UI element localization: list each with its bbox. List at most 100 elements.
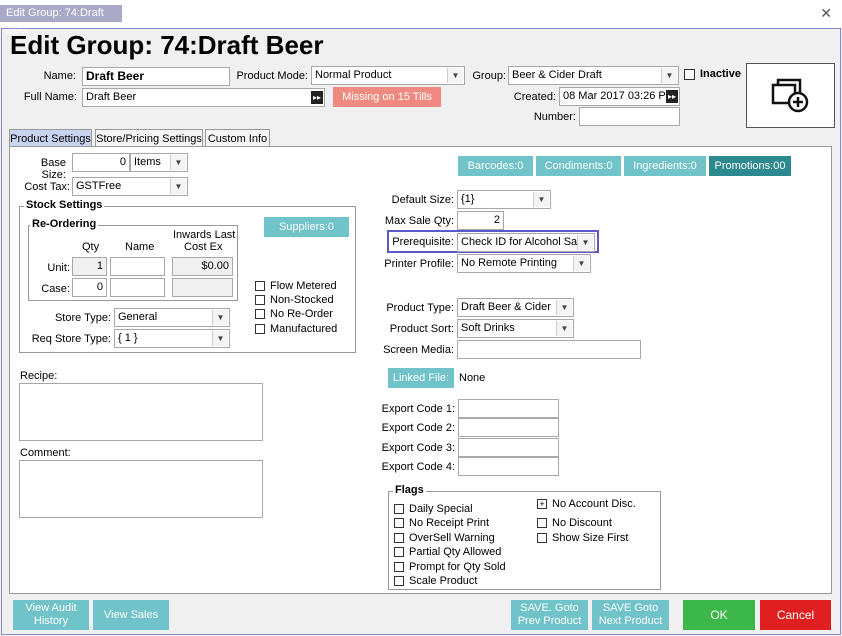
unit-qty-input[interactable]: 1 — [72, 257, 107, 276]
show-size-first-label: Show Size First — [552, 532, 629, 544]
no-account-disc-checkbox[interactable]: + — [537, 499, 547, 509]
group-label: Group: — [472, 70, 506, 82]
col-inwards-header: Inwards Last — [173, 229, 236, 241]
default-size-select[interactable]: {1} ▼ — [457, 190, 551, 209]
number-input[interactable] — [579, 107, 680, 126]
save-next-line2: Next Product — [598, 615, 663, 627]
chevron-down-icon: ▼ — [170, 179, 186, 194]
req-store-type-value: { 1 } — [118, 332, 138, 344]
group-value: Beer & Cider Draft — [512, 69, 602, 81]
no-account-disc-label: No Account Disc. — [552, 498, 636, 510]
base-size-input[interactable]: 0 — [72, 153, 130, 172]
product-sort-select[interactable]: Soft Drinks ▼ — [457, 319, 574, 338]
fullname-input[interactable]: Draft Beer ▸▸ — [82, 88, 325, 107]
cancel-button[interactable]: Cancel — [760, 600, 831, 630]
chevron-down-icon: ▼ — [577, 235, 593, 250]
ok-button[interactable]: OK — [683, 600, 755, 630]
store-type-value: General — [118, 311, 158, 323]
product-sort-label: Product Sort: — [389, 323, 454, 335]
no-reorder-checkbox[interactable] — [255, 309, 265, 319]
unit-name-input[interactable] — [110, 257, 165, 276]
ingredients-button[interactable]: Ingredients:0 — [624, 156, 706, 176]
max-sale-qty-input[interactable]: 2 — [457, 211, 504, 230]
unit-cost-value: $0.00 — [172, 257, 233, 276]
tab-product-settings[interactable]: Product Settings — [9, 129, 92, 147]
title-bar: Edit Group: 74:Draft Beer ✕ — [0, 0, 842, 36]
window-title: Edit Group: 74:Draft Beer — [0, 5, 122, 36]
fullname-label: Full Name: — [23, 91, 77, 103]
req-store-type-select[interactable]: { 1 } ▼ — [114, 329, 230, 348]
ellipsis-icon[interactable]: ▸▸ — [311, 91, 323, 104]
product-sort-value: Soft Drinks — [461, 322, 515, 334]
store-type-select[interactable]: General ▼ — [114, 308, 230, 327]
export-code-3-label: Export Code 3: — [381, 442, 455, 454]
save-next-line1: SAVE Goto — [602, 602, 659, 614]
prerequisite-select[interactable]: Check ID for Alcohol Sal ▼ — [457, 233, 595, 252]
non-stocked-checkbox[interactable] — [255, 295, 265, 305]
base-unit-select[interactable]: Items ▼ — [130, 153, 188, 172]
export-code-2-input[interactable] — [458, 418, 559, 437]
view-audit-line1: View Audit — [25, 602, 77, 614]
view-audit-history-button[interactable]: View Audit History — [13, 600, 89, 630]
oversell-warning-label: OverSell Warning — [409, 532, 495, 544]
no-receipt-print-label: No Receipt Print — [409, 517, 490, 529]
scale-product-checkbox[interactable] — [394, 576, 404, 586]
save-prev-product-button[interactable]: SAVE. Goto Prev Product — [511, 600, 588, 630]
product-image-button[interactable] — [746, 63, 835, 128]
created-label: Created: — [513, 91, 556, 103]
flow-metered-checkbox[interactable] — [255, 281, 265, 291]
prompt-qty-sold-label: Prompt for Qty Sold — [409, 561, 506, 573]
product-mode-select[interactable]: Normal Product ▼ — [311, 66, 465, 85]
ellipsis-icon[interactable]: ▸▸ — [666, 90, 678, 103]
barcodes-button[interactable]: Barcodes:0 — [458, 156, 533, 176]
chevron-down-icon: ▼ — [170, 155, 186, 170]
partial-qty-checkbox[interactable] — [394, 547, 404, 557]
fullname-value: Draft Beer — [86, 91, 137, 103]
comment-textarea[interactable] — [19, 460, 263, 518]
inactive-checkbox[interactable] — [684, 69, 695, 80]
missing-tills-button[interactable]: Missing on 15 Tills — [333, 87, 441, 107]
product-type-select[interactable]: Draft Beer & Cider ▼ — [457, 298, 574, 317]
prompt-qty-sold-checkbox[interactable] — [394, 562, 404, 572]
view-sales-button[interactable]: View Sales — [93, 600, 169, 630]
save-prev-line2: Prev Product — [517, 615, 582, 627]
prerequisite-label: Prerequisite: — [392, 236, 454, 248]
export-code-1-label: Export Code 1: — [381, 403, 455, 415]
col-cost-header: Cost Ex — [184, 241, 223, 253]
close-icon[interactable]: ✕ — [820, 5, 832, 22]
base-size-label: Base Size: — [40, 157, 66, 181]
recipe-textarea[interactable] — [19, 383, 263, 441]
promotions-button[interactable]: Promotions:00 — [709, 156, 791, 176]
group-select[interactable]: Beer & Cider Draft ▼ — [508, 66, 679, 85]
created-input[interactable]: 08 Mar 2017 03:26 P ▸▸ — [559, 87, 680, 106]
daily-special-checkbox[interactable] — [394, 504, 404, 514]
name-label: Name: — [43, 70, 76, 82]
suppliers-button[interactable]: Suppliers:0 — [264, 217, 349, 237]
screen-media-input[interactable] — [457, 340, 641, 359]
case-qty-input[interactable]: 0 — [72, 278, 107, 297]
manufactured-checkbox[interactable] — [255, 324, 265, 334]
oversell-warning-checkbox[interactable] — [394, 533, 404, 543]
comment-label: Comment: — [20, 447, 71, 459]
show-size-first-checkbox[interactable] — [537, 533, 547, 543]
name-input[interactable]: Draft Beer — [82, 67, 230, 86]
export-code-4-input[interactable] — [458, 457, 559, 476]
export-code-3-input[interactable] — [458, 438, 559, 457]
export-code-1-input[interactable] — [458, 399, 559, 418]
cost-tax-select[interactable]: GSTFree ▼ — [72, 177, 188, 196]
linked-file-button[interactable]: Linked File: — [388, 368, 454, 388]
printer-profile-select[interactable]: No Remote Printing ▼ — [457, 254, 591, 273]
tab-store-pricing-settings[interactable]: Store/Pricing Settings — [95, 129, 203, 147]
condiments-button[interactable]: Condiments:0 — [536, 156, 621, 176]
chevron-down-icon: ▼ — [533, 192, 549, 207]
store-type-label: Store Type: — [54, 312, 111, 324]
no-discount-checkbox[interactable] — [537, 518, 547, 528]
case-name-input[interactable] — [110, 278, 165, 297]
chevron-down-icon: ▼ — [212, 331, 228, 346]
chevron-down-icon: ▼ — [212, 310, 228, 325]
recipe-label: Recipe: — [20, 370, 58, 382]
default-size-label: Default Size: — [391, 194, 454, 206]
tab-custom-info[interactable]: Custom Info — [205, 129, 270, 147]
save-next-product-button[interactable]: SAVE Goto Next Product — [592, 600, 669, 630]
no-receipt-print-checkbox[interactable] — [394, 518, 404, 528]
